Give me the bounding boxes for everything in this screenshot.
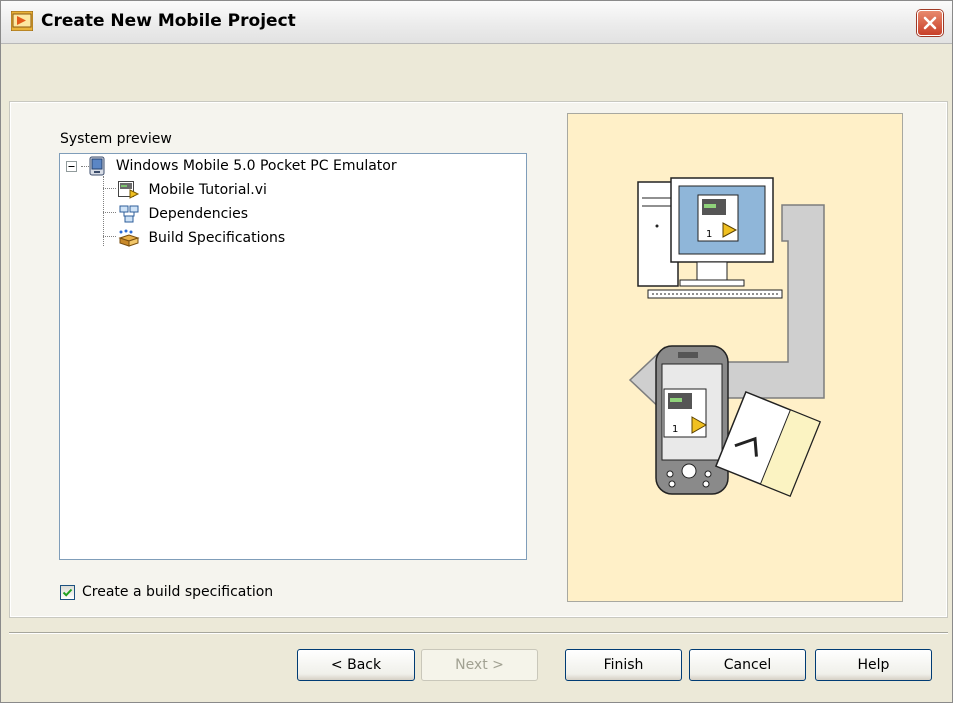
tree-item-mobile-tutorial-vi[interactable]: Mobile Tutorial.vi bbox=[118, 179, 267, 201]
keyboard-icon bbox=[647, 289, 783, 299]
svg-text:1: 1 bbox=[706, 229, 712, 240]
back-button[interactable]: < Back bbox=[297, 649, 415, 681]
svg-text:1: 1 bbox=[672, 424, 678, 435]
pda-device-icon: 1 bbox=[655, 345, 729, 495]
system-preview-tree[interactable]: Windows Mobile 5.0 Pocket PC Emulator Mo… bbox=[59, 153, 527, 560]
dependencies-icon bbox=[118, 203, 140, 225]
create-new-mobile-project-dialog: Create New Mobile Project System preview… bbox=[0, 0, 953, 703]
build-specifications-icon bbox=[118, 227, 140, 249]
create-build-spec-checkbox[interactable] bbox=[60, 585, 75, 600]
system-preview-label: System preview bbox=[60, 131, 172, 147]
tree-item-label: Mobile Tutorial.vi bbox=[148, 182, 267, 198]
collapse-toggle-icon[interactable] bbox=[66, 155, 77, 172]
vi-file-icon bbox=[118, 179, 140, 201]
daq-card-icon bbox=[714, 390, 822, 498]
help-button[interactable]: Help bbox=[815, 649, 932, 681]
create-build-spec-label[interactable]: Create a build specification bbox=[82, 584, 273, 600]
pda-target-icon bbox=[89, 155, 105, 177]
tree-item-label: Windows Mobile 5.0 Pocket PC Emulator bbox=[115, 158, 397, 174]
close-button[interactable] bbox=[917, 10, 943, 36]
window-title: Create New Mobile Project bbox=[41, 11, 296, 31]
vi-window-icon: 1 bbox=[697, 194, 739, 242]
labview-app-icon bbox=[10, 10, 34, 32]
button-separator bbox=[9, 632, 948, 634]
tree-item-dependencies[interactable]: Dependencies bbox=[118, 203, 248, 225]
title-bar[interactable]: Create New Mobile Project bbox=[1, 1, 952, 44]
checkmark-icon bbox=[62, 588, 73, 597]
finish-button[interactable]: Finish bbox=[565, 649, 682, 681]
deployment-illustration: 1 1 bbox=[567, 113, 903, 602]
tree-item-pda-target[interactable]: Windows Mobile 5.0 Pocket PC Emulator bbox=[66, 155, 397, 177]
cancel-button[interactable]: Cancel bbox=[689, 649, 806, 681]
tree-item-label: Dependencies bbox=[148, 206, 249, 222]
tree-item-build-specifications[interactable]: Build Specifications bbox=[118, 227, 285, 249]
next-button[interactable]: Next > bbox=[421, 649, 538, 681]
close-icon bbox=[923, 16, 937, 30]
deploy-to-pda-diagram: 1 1 bbox=[628, 177, 825, 498]
tree-item-label: Build Specifications bbox=[148, 230, 286, 246]
